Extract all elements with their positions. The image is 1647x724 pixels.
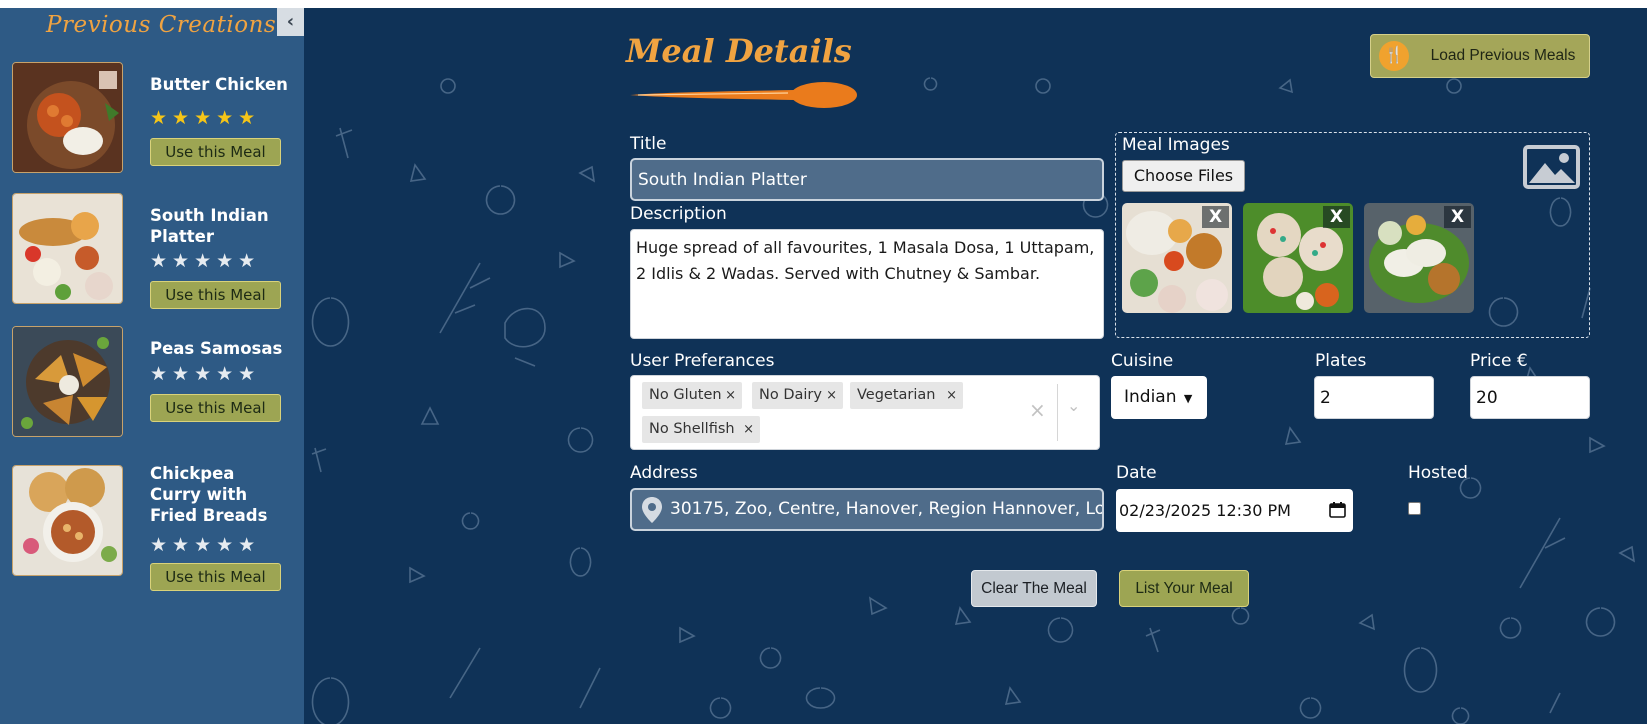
remove-chip-icon[interactable]: ×	[725, 382, 736, 409]
previous-creations-sidebar: Previous Creations ‹ Butter Chicken ★★★★…	[0, 8, 304, 724]
collapse-sidebar-button[interactable]: ‹	[277, 8, 304, 36]
calendar-icon[interactable]	[1329, 502, 1346, 518]
remove-image-button[interactable]: X	[1444, 206, 1471, 228]
title-input[interactable]	[630, 158, 1104, 201]
choose-files-button[interactable]: Choose Files	[1122, 160, 1245, 192]
chip-label: No Gluten	[649, 387, 722, 403]
use-meal-button[interactable]: Use this Meal	[150, 563, 281, 591]
date-input[interactable]: 02/23/2025 12:30 PM	[1116, 489, 1353, 532]
preference-chip: No Dairy ×	[752, 382, 843, 409]
fork-spoon-icon: 🍴	[1379, 41, 1409, 71]
price-label: Price €	[1470, 351, 1528, 371]
chickpea-curry-photo	[13, 466, 122, 575]
chip-label: No Dairy	[759, 387, 822, 403]
user-preferences-multiselect[interactable]: No Gluten × No Dairy × Vegetarian × No S…	[630, 375, 1100, 450]
south-indian-platter-photo	[13, 194, 122, 303]
meal-name: Chickpea Curry with Fried Breads	[150, 464, 268, 525]
hosted-label: Hosted	[1408, 463, 1468, 483]
meal-name: Butter Chicken	[150, 75, 288, 94]
meal-thumbnail	[12, 62, 123, 173]
meal-images-dropzone[interactable]: Meal Images Choose Files X X X	[1115, 132, 1590, 338]
address-input[interactable]: 30175, Zoo, Centre, Hanover, Region Hann…	[630, 488, 1104, 531]
meal-thumbnail	[12, 326, 123, 437]
rating-stars[interactable]: ★★★★★	[150, 535, 260, 555]
indicator-separator	[1057, 384, 1058, 441]
top-strip	[0, 0, 1647, 8]
remove-image-button[interactable]: X	[1202, 206, 1229, 228]
chip-label: Vegetarian	[857, 387, 936, 403]
preference-chip: Vegetarian ×	[850, 382, 963, 409]
list-meal-button[interactable]: List Your Meal	[1119, 570, 1249, 607]
remove-image-button[interactable]: X	[1323, 206, 1350, 228]
load-previous-meals-button[interactable]: 🍴 Load Previous Meals	[1370, 34, 1590, 78]
image-preview: X	[1364, 203, 1474, 313]
remove-chip-icon[interactable]: ×	[743, 416, 754, 443]
remove-chip-icon[interactable]: ×	[946, 382, 957, 409]
spoon-decoration	[630, 82, 857, 108]
meal-name: Peas Samosas	[150, 339, 283, 358]
clear-all-icon[interactable]: ×	[1029, 398, 1046, 422]
address-value: 30175, Zoo, Centre, Hanover, Region Hann…	[670, 499, 1104, 519]
hosted-checkbox[interactable]	[1408, 502, 1421, 515]
cuisine-value: Indian	[1124, 387, 1177, 407]
sidebar-title: Previous Creations	[46, 12, 277, 38]
clear-meal-button[interactable]: Clear The Meal	[971, 570, 1097, 607]
preference-chip: No Shellfish ×	[642, 416, 760, 443]
use-meal-button[interactable]: Use this Meal	[150, 138, 281, 166]
remove-chip-icon[interactable]: ×	[826, 382, 837, 409]
chip-label: No Shellfish	[649, 421, 735, 437]
image-preview: X	[1122, 203, 1232, 313]
rating-stars[interactable]: ★★★★★	[150, 251, 260, 271]
plates-label: Plates	[1315, 351, 1367, 371]
rating-stars[interactable]: ★★★★★	[150, 108, 260, 128]
preference-chip: No Gluten ×	[642, 382, 742, 409]
address-label: Address	[630, 463, 698, 483]
price-input[interactable]	[1470, 376, 1590, 419]
peas-samosas-photo	[13, 327, 122, 436]
meal-images-label: Meal Images	[1122, 135, 1230, 155]
location-pin-icon	[642, 497, 662, 523]
meal-name: South Indian Platter	[150, 206, 269, 246]
user-preferences-label: User Preferances	[630, 351, 775, 371]
date-label: Date	[1116, 463, 1157, 483]
use-meal-button[interactable]: Use this Meal	[150, 281, 281, 309]
caret-down-icon: ▼	[1183, 392, 1193, 405]
chevron-left-icon: ‹	[286, 11, 295, 32]
image-preview: X	[1243, 203, 1353, 313]
app-canvas: Previous Creations ‹ Butter Chicken ★★★★…	[0, 8, 1647, 724]
cuisine-label: Cuisine	[1111, 351, 1174, 371]
description-textarea[interactable]: Huge spread of all favourites, 1 Masala …	[630, 229, 1104, 339]
load-previous-meals-label: Load Previous Meals	[1430, 47, 1576, 64]
plates-input[interactable]	[1314, 376, 1434, 419]
butter-chicken-photo	[13, 63, 122, 172]
title-label: Title	[630, 134, 667, 154]
chevron-down-icon[interactable]: ⌄	[1067, 396, 1080, 415]
meal-thumbnail	[12, 193, 123, 304]
description-label: Description	[630, 204, 727, 224]
rating-stars[interactable]: ★★★★★	[150, 364, 260, 384]
meal-thumbnail	[12, 465, 123, 576]
page-title: Meal Details	[626, 32, 852, 70]
date-value: 02/23/2025 12:30 PM	[1119, 501, 1291, 520]
use-meal-button[interactable]: Use this Meal	[150, 394, 281, 422]
cuisine-dropdown[interactable]: Indian ▼	[1111, 376, 1207, 419]
image-icon	[1523, 145, 1580, 189]
